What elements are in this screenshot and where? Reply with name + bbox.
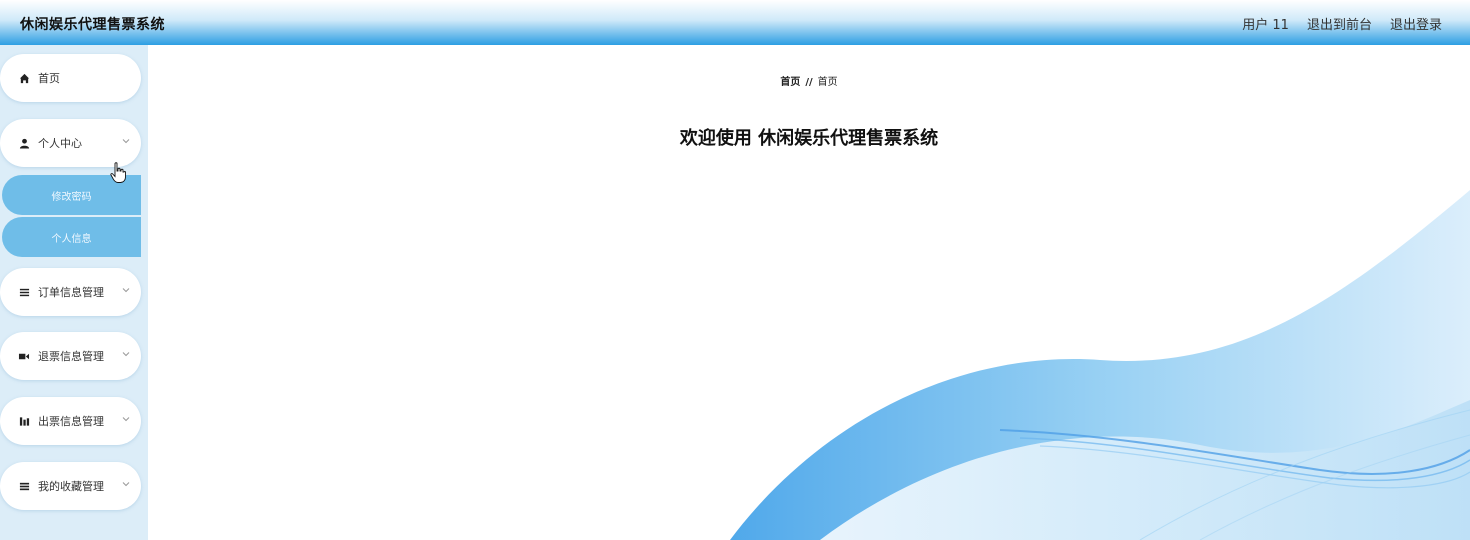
hand-pointer-cursor-icon — [110, 162, 126, 183]
list-icon — [18, 286, 30, 298]
top-header: 休闲娱乐代理售票系统 用户 11 退出到前台 退出登录 — [0, 0, 1470, 45]
back-to-front-link[interactable]: 退出到前台 — [1307, 14, 1372, 33]
app-title: 休闲娱乐代理售票系统 — [20, 17, 165, 33]
logout-link[interactable]: 退出登录 — [1390, 14, 1442, 33]
sidebar-item-label: 退票信息管理 — [38, 350, 104, 363]
sidebar-item-label: 出票信息管理 — [38, 415, 104, 428]
sidebar-item-personal-center[interactable]: 个人中心 — [0, 119, 141, 167]
chevron-down-icon — [122, 288, 130, 293]
sidebar: 首页 个人中心 修改密码 个人信息 订单信息管理 退票信息管理 出票信息管理 我… — [0, 45, 148, 540]
sidebar-item-label: 订单信息管理 — [38, 286, 104, 299]
chevron-down-icon — [122, 417, 130, 422]
menu-icon — [18, 480, 30, 492]
user-name-label[interactable]: 用户 11 — [1242, 14, 1289, 33]
chevron-down-icon — [122, 482, 130, 487]
decorative-wave-background — [730, 190, 1470, 540]
sidebar-item-ticketing-management[interactable]: 出票信息管理 — [0, 397, 141, 445]
breadcrumb-home-link[interactable]: 首页 — [780, 77, 800, 88]
user-icon — [18, 137, 30, 149]
ticket-icon — [18, 350, 30, 362]
sidebar-item-favorites-management[interactable]: 我的收藏管理 — [0, 462, 141, 510]
welcome-heading: 欢迎使用 休闲娱乐代理售票系统 — [679, 128, 939, 149]
breadcrumb: 首页 // 首页 — [0, 73, 1470, 88]
chevron-down-icon — [122, 352, 130, 357]
sidebar-item-label: 我的收藏管理 — [38, 480, 104, 493]
sidebar-item-refund-management[interactable]: 退票信息管理 — [0, 332, 141, 380]
sidebar-item-label: 个人中心 — [38, 137, 82, 150]
chevron-down-icon — [122, 139, 130, 144]
breadcrumb-current: 首页 — [817, 77, 838, 88]
top-nav: 用户 11 退出到前台 退出登录 — [1242, 14, 1442, 33]
sidebar-subitem-personal-info[interactable]: 个人信息 — [2, 217, 141, 257]
sidebar-item-order-management[interactable]: 订单信息管理 — [0, 268, 141, 316]
chart-icon — [18, 415, 30, 427]
breadcrumb-separator: // — [805, 77, 813, 88]
